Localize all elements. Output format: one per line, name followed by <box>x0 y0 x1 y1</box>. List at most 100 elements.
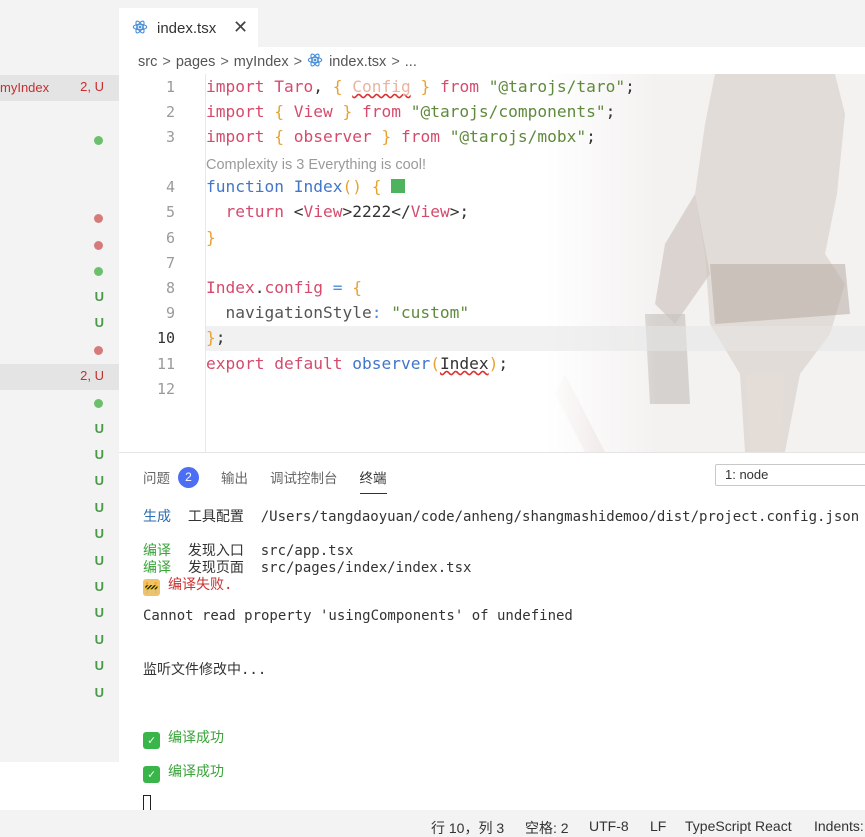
token-parens: () <box>342 177 362 196</box>
terminal-line: 生成 工具配置 /Users/tangdaoyuan/code/anheng/s… <box>143 506 859 526</box>
token-keyword: from <box>361 102 401 121</box>
token-paren: ( <box>430 354 440 373</box>
terminal-select[interactable]: 1: node <box>715 464 865 486</box>
explorer-item[interactable]: U <box>0 601 119 627</box>
token-brace: { <box>352 278 362 297</box>
token-keyword: return <box>225 202 284 221</box>
status-dot-icon <box>94 136 103 145</box>
explorer-item[interactable]: U <box>0 469 119 495</box>
explorer-item[interactable]: U <box>0 443 119 469</box>
explorer-item[interactable]: myIndex 2, U <box>0 75 119 101</box>
token-operator: : <box>371 303 382 322</box>
token-brace: } <box>206 228 216 247</box>
explorer-item[interactable]: U <box>0 549 119 575</box>
git-status-badge: U <box>94 447 104 462</box>
token-string: "@tarojs/mobx" <box>449 127 587 146</box>
explorer-item[interactable] <box>0 232 119 258</box>
terminal-tag: 生成 <box>143 509 171 525</box>
code-editor[interactable]: 1 2 3 4 5 6 7 8 9 10 11 12 import Taro, … <box>119 74 865 452</box>
status-dot-icon <box>94 241 103 250</box>
explorer-item[interactable]: U <box>0 496 119 522</box>
explorer-item[interactable]: U <box>0 417 119 443</box>
git-status-badge: U <box>94 605 104 620</box>
explorer-item[interactable] <box>0 258 119 284</box>
code-line-2: import { View } from "@tarojs/components… <box>206 102 615 121</box>
token-brace: { <box>274 102 284 121</box>
git-status-badge: U <box>94 473 104 488</box>
status-encoding[interactable]: UTF-8 <box>589 818 629 834</box>
status-dot-icon <box>94 346 103 355</box>
token-identifier: View <box>293 102 333 121</box>
status-indents[interactable]: Indents: <box>814 818 864 834</box>
breadcrumb: src > pages > myIndex > index.tsx > ... <box>138 52 417 72</box>
explorer-item[interactable]: U <box>0 628 119 654</box>
token-string: "@tarojs/taro" <box>488 77 626 96</box>
git-status-badge: U <box>94 315 104 330</box>
token-punct: ; <box>605 102 616 121</box>
line-number: 2 <box>165 103 175 121</box>
explorer-item[interactable]: U <box>0 285 119 311</box>
tab-index-tsx[interactable]: index.tsx ✕ <box>119 8 258 47</box>
tab-problems-label: 问题 <box>143 471 170 486</box>
token-punct: ; <box>498 354 509 373</box>
terminal-label: 工具配置 <box>187 509 244 525</box>
token-jsx-tag: View <box>410 202 450 221</box>
git-status-badge: U <box>94 289 104 304</box>
tab-terminal[interactable]: 终端 <box>359 465 387 494</box>
token-keyword: import <box>206 102 265 121</box>
git-status-badge: U <box>94 526 104 541</box>
code-line-8: Index.config = { <box>206 278 362 297</box>
tab-output[interactable]: 输出 <box>221 465 248 489</box>
close-icon[interactable]: ✕ <box>233 17 248 38</box>
breadcrumb-item-myindex[interactable]: myIndex <box>234 54 289 70</box>
explorer-item[interactable] <box>0 205 119 231</box>
token-brace: { <box>371 177 382 196</box>
git-status-badge: U <box>94 579 104 594</box>
line-number: 6 <box>165 229 175 247</box>
token-punct: >; <box>449 202 470 221</box>
breadcrumb-item-pages[interactable]: pages <box>176 54 216 70</box>
token-property: navigationStyle <box>225 303 372 322</box>
complexity-codelens[interactable]: Complexity is 3 Everything is cool! <box>206 157 426 173</box>
status-language[interactable]: TypeScript React <box>685 818 792 834</box>
breadcrumb-item-src[interactable]: src <box>138 54 157 70</box>
code-line-3: import { observer } from "@tarojs/mobx"; <box>206 127 596 146</box>
token-identifier-error: Index <box>439 354 489 373</box>
react-icon <box>132 19 148 40</box>
tab-debug-console[interactable]: 调试控制台 <box>270 465 338 489</box>
explorer-item[interactable]: U <box>0 575 119 601</box>
token-function-call: observer <box>352 354 431 373</box>
check-icon: ✓ <box>143 732 160 749</box>
explorer-item[interactable] <box>0 337 119 363</box>
check-icon: ✓ <box>143 766 160 783</box>
git-status-badge: U <box>94 685 104 700</box>
explorer-item[interactable]: U <box>0 311 119 337</box>
explorer-item[interactable]: U <box>0 681 119 707</box>
status-indentation[interactable]: 空格: 2 <box>525 818 569 837</box>
terminal-error: 编译失败. <box>168 577 233 593</box>
explorer-item[interactable]: U <box>0 654 119 680</box>
token-brace: } <box>420 77 431 96</box>
code-line-4: function Index() { <box>206 177 406 196</box>
code-line-10: }; <box>206 328 226 347</box>
tab-problems[interactable]: 问题 2 <box>143 465 199 489</box>
token-brace: { <box>332 77 343 96</box>
breadcrumb-item-more[interactable]: ... <box>405 54 417 70</box>
terminal-value: /Users/tangdaoyuan/code/anheng/shangmash… <box>260 509 860 525</box>
explorer-item[interactable] <box>0 127 119 153</box>
git-status-badge: 2, U <box>80 79 104 94</box>
token-operator: = <box>332 278 343 297</box>
breadcrumb-item-file[interactable]: index.tsx <box>329 54 386 70</box>
token-keyword: from <box>439 77 479 96</box>
explorer-item[interactable] <box>0 390 119 416</box>
status-cursor-position[interactable]: 行 10，列 3 <box>431 818 504 837</box>
explorer-item[interactable]: 2, U <box>0 364 119 390</box>
status-eol[interactable]: LF <box>650 818 666 834</box>
terminal-line: 监听文件修改中... <box>143 662 267 678</box>
construction-icon: 🚧 <box>143 579 160 596</box>
token-keyword: function <box>206 177 284 196</box>
explorer-item[interactable]: U <box>0 522 119 548</box>
code-line-6: } <box>206 228 216 247</box>
terminal-line: 🚧 编译失败. <box>143 574 232 596</box>
token-paren: ) <box>488 354 499 373</box>
